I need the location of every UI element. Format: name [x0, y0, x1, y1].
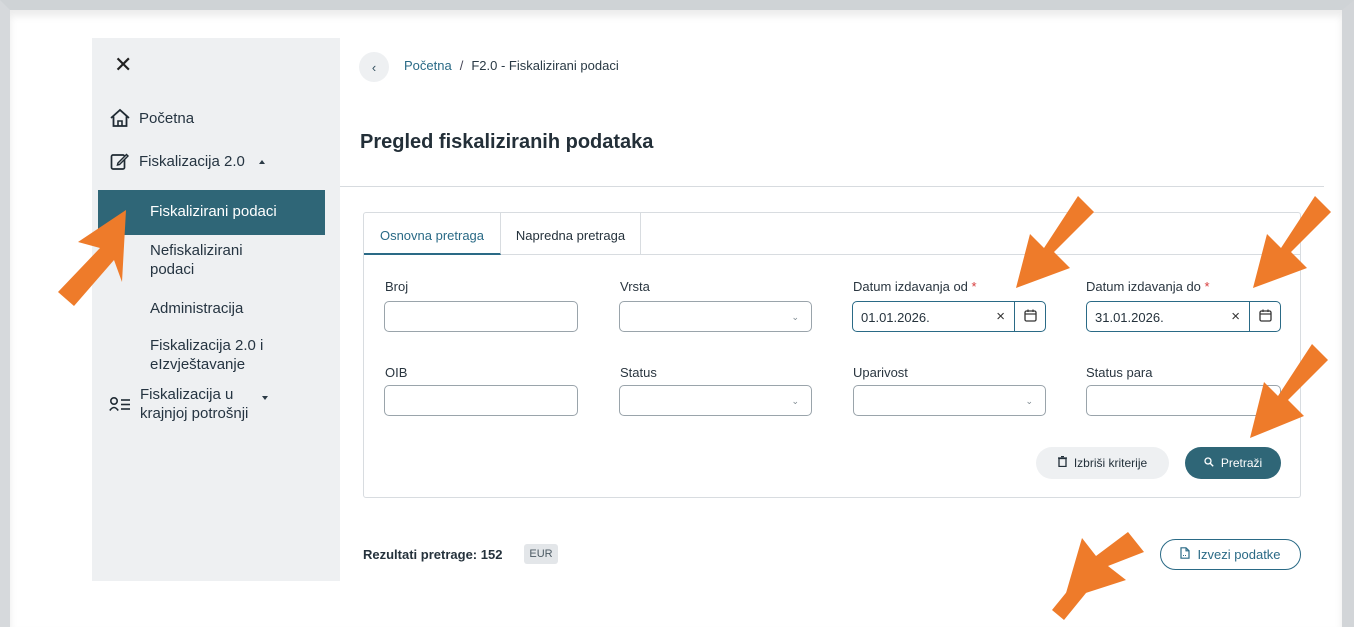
broj-label: Broj — [385, 279, 409, 294]
sidebar-item-label: Fiskalizirani podaci — [150, 203, 277, 220]
sidebar-item-fiskalizacija-eizvjestavanje[interactable]: Fiskalizacija 2.0 i eIzvještavanje — [150, 336, 263, 374]
status-para-label: Status para — [1086, 365, 1153, 380]
home-icon — [109, 108, 131, 128]
user-list-icon — [109, 396, 131, 417]
clear-criteria-button[interactable]: Izbriši kriterije — [1036, 447, 1169, 479]
search-panel: Osnovna pretraga Napredna pretraga Broj … — [363, 212, 1301, 498]
chevron-down-icon: ⌄ — [791, 396, 799, 406]
chevron-up-icon — [258, 159, 265, 164]
sidebar-item-label-line2: podaci — [150, 261, 195, 278]
field-separator — [1014, 302, 1015, 331]
required-marker: * — [971, 279, 977, 294]
search-button[interactable]: Pretraži — [1185, 447, 1281, 479]
required-marker: * — [1204, 279, 1210, 294]
sidebar-item-fiskalizacija-2-0[interactable]: Fiskalizacija 2.0 — [110, 152, 265, 171]
page-title: Pregled fiskaliziranih podataka — [360, 131, 654, 153]
currency-badge: EUR — [524, 544, 558, 564]
export-data-label: Izvezi podatke — [1197, 547, 1281, 562]
tab-napredna-pretraga[interactable]: Napredna pretraga — [501, 213, 641, 255]
sidebar-item-nefiskalizirani-podaci[interactable]: Nefiskalizirani podaci — [150, 241, 243, 279]
datum-do-value: 31.01.2026. — [1095, 310, 1164, 325]
chevron-down-icon: ⌄ — [1025, 396, 1033, 406]
vrsta-label: Vrsta — [620, 279, 650, 294]
datum-do-input[interactable]: 31.01.2026. × — [1086, 301, 1281, 332]
broj-input[interactable] — [384, 301, 578, 332]
datum-od-label: Datum izdavanja od * — [853, 279, 977, 294]
sidebar-item-label-line2: krajnjoj potrošnji — [140, 405, 249, 422]
tab-osnovna-pretraga[interactable]: Osnovna pretraga — [364, 213, 501, 255]
chevron-down-icon — [262, 396, 269, 400]
trash-icon — [1057, 456, 1067, 470]
export-data-button[interactable]: Izvezi podatke — [1160, 539, 1301, 570]
uparivost-label: Uparivost — [853, 365, 908, 380]
divider — [340, 186, 1324, 187]
search-icon — [1204, 456, 1214, 470]
uparivost-select[interactable]: ⌄ — [853, 385, 1046, 416]
status-label: Status — [620, 365, 657, 380]
vrsta-select[interactable]: ⌄ — [619, 301, 812, 332]
clear-icon[interactable]: × — [996, 308, 1005, 325]
sidebar-item-label-line1: Fiskalizacija u — [140, 386, 234, 403]
field-separator — [1249, 302, 1250, 331]
sidebar-item-label: Administracija — [150, 300, 244, 317]
datum-do-label: Datum izdavanja do * — [1086, 279, 1210, 294]
breadcrumb-home-link[interactable]: Početna — [404, 58, 452, 73]
sidebar: ✕ Početna Fiskalizacija 2.0 Fiskaliziran… — [92, 38, 340, 581]
sidebar-item-pocetna[interactable]: Početna — [109, 108, 194, 128]
oib-input[interactable] — [384, 385, 578, 416]
sidebar-item-fiskalizirani-podaci[interactable]: Fiskalizirani podaci — [98, 190, 325, 235]
calendar-icon[interactable] — [1024, 309, 1037, 325]
close-icon[interactable]: ✕ — [114, 54, 132, 76]
sidebar-item-label: Početna — [139, 109, 195, 127]
sidebar-item-administracija[interactable]: Administracija — [150, 299, 243, 318]
sidebar-item-label-line1: Fiskalizacija 2.0 i — [150, 337, 264, 354]
chevron-left-icon: ‹ — [371, 59, 377, 75]
breadcrumb-current: F2.0 - Fiskalizirani podaci — [471, 58, 619, 73]
edit-document-icon — [110, 152, 129, 171]
sidebar-item-label-line2: eIzvještavanje — [150, 356, 246, 373]
clear-criteria-label: Izbriši kriterije — [1073, 456, 1148, 470]
breadcrumb-separator: / — [459, 58, 464, 73]
sidebar-item-label-line1: Nefiskalizirani — [150, 242, 243, 259]
datum-do-label-text: Datum izdavanja do — [1086, 279, 1201, 294]
calendar-icon[interactable] — [1259, 309, 1272, 325]
sidebar-item-label: Fiskalizacija 2.0 — [139, 153, 245, 170]
results-count: Rezultati pretrage: 152 — [363, 547, 503, 562]
breadcrumb: Početna / F2.0 - Fiskalizirani podaci — [404, 58, 619, 73]
datum-od-value: 01.01.2026. — [861, 310, 930, 325]
datum-od-input[interactable]: 01.01.2026. × — [852, 301, 1046, 332]
status-para-select[interactable]: ⌄ — [1086, 385, 1281, 416]
sidebar-item-fiskalizacija-krajnja-potrosnja[interactable]: Fiskalizacija u krajnjoj potrošnji — [109, 385, 269, 423]
file-export-icon — [1180, 547, 1191, 562]
back-button[interactable]: ‹ — [359, 52, 389, 82]
oib-label: OIB — [385, 365, 408, 380]
annotation-arrow-icon — [1052, 532, 1144, 620]
chevron-down-icon: ⌄ — [791, 312, 799, 322]
clear-icon[interactable]: × — [1231, 308, 1240, 325]
datum-od-label-text: Datum izdavanja od — [853, 279, 968, 294]
status-select[interactable]: ⌄ — [619, 385, 812, 416]
chevron-down-icon: ⌄ — [1260, 396, 1268, 406]
search-button-label: Pretraži — [1220, 456, 1263, 470]
